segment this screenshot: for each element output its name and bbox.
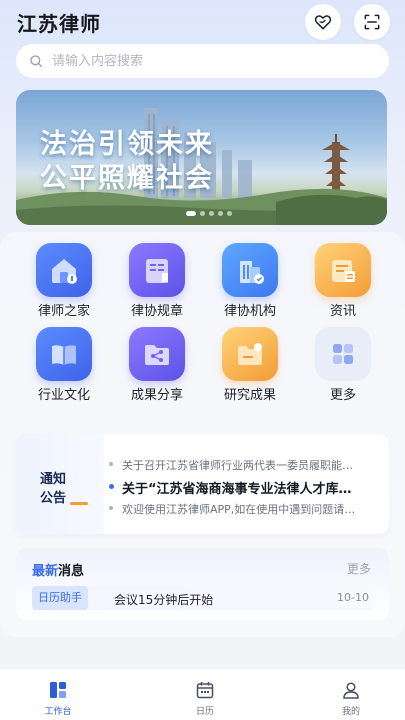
grid-item-label: 研究成果 (223, 388, 276, 403)
carousel-indicator (186, 211, 232, 216)
news-section-title: 最新消息 (32, 564, 85, 579)
book-icon (129, 243, 185, 297)
favorite-button[interactable] (305, 4, 341, 40)
workbench-icon (50, 682, 66, 698)
tab-profile[interactable]: 我的 (301, 669, 401, 720)
grid-item-label: 成果分享 (130, 388, 183, 403)
news-tag: 日历助手 (32, 586, 88, 610)
tab-label: 日历 (195, 707, 214, 717)
notice-item[interactable]: 关于召开江苏省律师行业两代表一委员履职能力提升培训班的通知 (108, 457, 358, 473)
news-more-link[interactable]: 更多 (347, 560, 371, 577)
notice-badge: 通知 公告 (16, 434, 104, 534)
grid-item-lawyer-home[interactable]: 律师之家 (24, 240, 104, 320)
notice-item-current[interactable]: 关于“江苏省海商海事专业法律人才库”入库人员名单的公示 (108, 478, 358, 497)
grid-item-culture[interactable]: 行业文化 (24, 324, 104, 404)
grid-item-label: 资讯 (329, 304, 356, 319)
grid-item-more[interactable]: 更多 (303, 324, 383, 404)
news-item[interactable]: 日历助手 会议15分钟后开始 10-10 (32, 586, 373, 610)
tab-label: 工作台 (44, 707, 72, 717)
app-title: 江苏律师 (17, 12, 101, 36)
notice-card[interactable]: 通知 公告 关于召开江苏省律师行业两代表一委员履职能力提升培训班的通知 关于“江… (16, 434, 389, 534)
tab-calendar[interactable]: 日历 (155, 669, 255, 720)
open-book-icon (36, 327, 92, 381)
grid-item-research[interactable]: 研究成果 (210, 324, 290, 404)
latest-news-card: 最新消息 更多 日历助手 会议15分钟后开始 10-10 (16, 548, 389, 620)
news-icon (315, 243, 371, 297)
banner-carousel[interactable]: 法治引领未来 公平照耀社会 (16, 90, 387, 225)
grid-item-institutions[interactable]: 律协机构 (210, 240, 290, 320)
building-icon (222, 243, 278, 297)
notice-badge-underline (70, 502, 88, 505)
tab-label: 我的 (341, 707, 360, 717)
scan-button[interactable] (354, 4, 390, 40)
heart-hand-icon (314, 15, 332, 30)
news-date: 10-10 (337, 591, 369, 604)
idea-folder-icon (222, 327, 278, 381)
grid-item-achievement-share[interactable]: 成果分享 (117, 324, 197, 404)
search-icon (30, 55, 42, 67)
search-input[interactable] (52, 53, 352, 69)
news-text: 会议15分钟后开始 (114, 593, 214, 607)
carousel-dot[interactable] (227, 211, 232, 216)
banner-slogan-line2: 公平照耀社会 (40, 163, 214, 194)
search-bar[interactable] (16, 44, 389, 78)
grid-icon (315, 327, 371, 381)
grid-item-news[interactable]: 资讯 (303, 240, 383, 320)
grid-item-label: 律协机构 (223, 304, 276, 319)
home-icon (36, 243, 92, 297)
share-folder-icon (129, 327, 185, 381)
profile-icon (343, 682, 359, 699)
grid-item-label: 律师之家 (37, 304, 90, 319)
grid-item-regulations[interactable]: 律协规章 (117, 240, 197, 320)
carousel-dot[interactable] (218, 211, 223, 216)
scan-icon (364, 14, 380, 30)
bottom-tab-bar: 工作台 日历 我的 (0, 668, 405, 720)
notice-item[interactable]: 欢迎使用江苏律师APP,如在使用中遇到问题请及时反馈 (108, 501, 358, 517)
grid-item-label: 律协规章 (130, 304, 183, 319)
carousel-dot[interactable] (209, 211, 214, 216)
notice-badge-line1: 通知 (40, 472, 67, 487)
tab-workbench[interactable]: 工作台 (8, 669, 108, 720)
top-header: 江苏律师 (0, 0, 405, 44)
notice-badge-line2: 公告 (40, 491, 67, 506)
carousel-dot[interactable] (200, 211, 205, 216)
grid-item-label: 更多 (329, 388, 356, 403)
calendar-icon (196, 682, 214, 699)
grid-item-label: 行业文化 (37, 388, 90, 403)
carousel-dot[interactable] (186, 211, 196, 216)
